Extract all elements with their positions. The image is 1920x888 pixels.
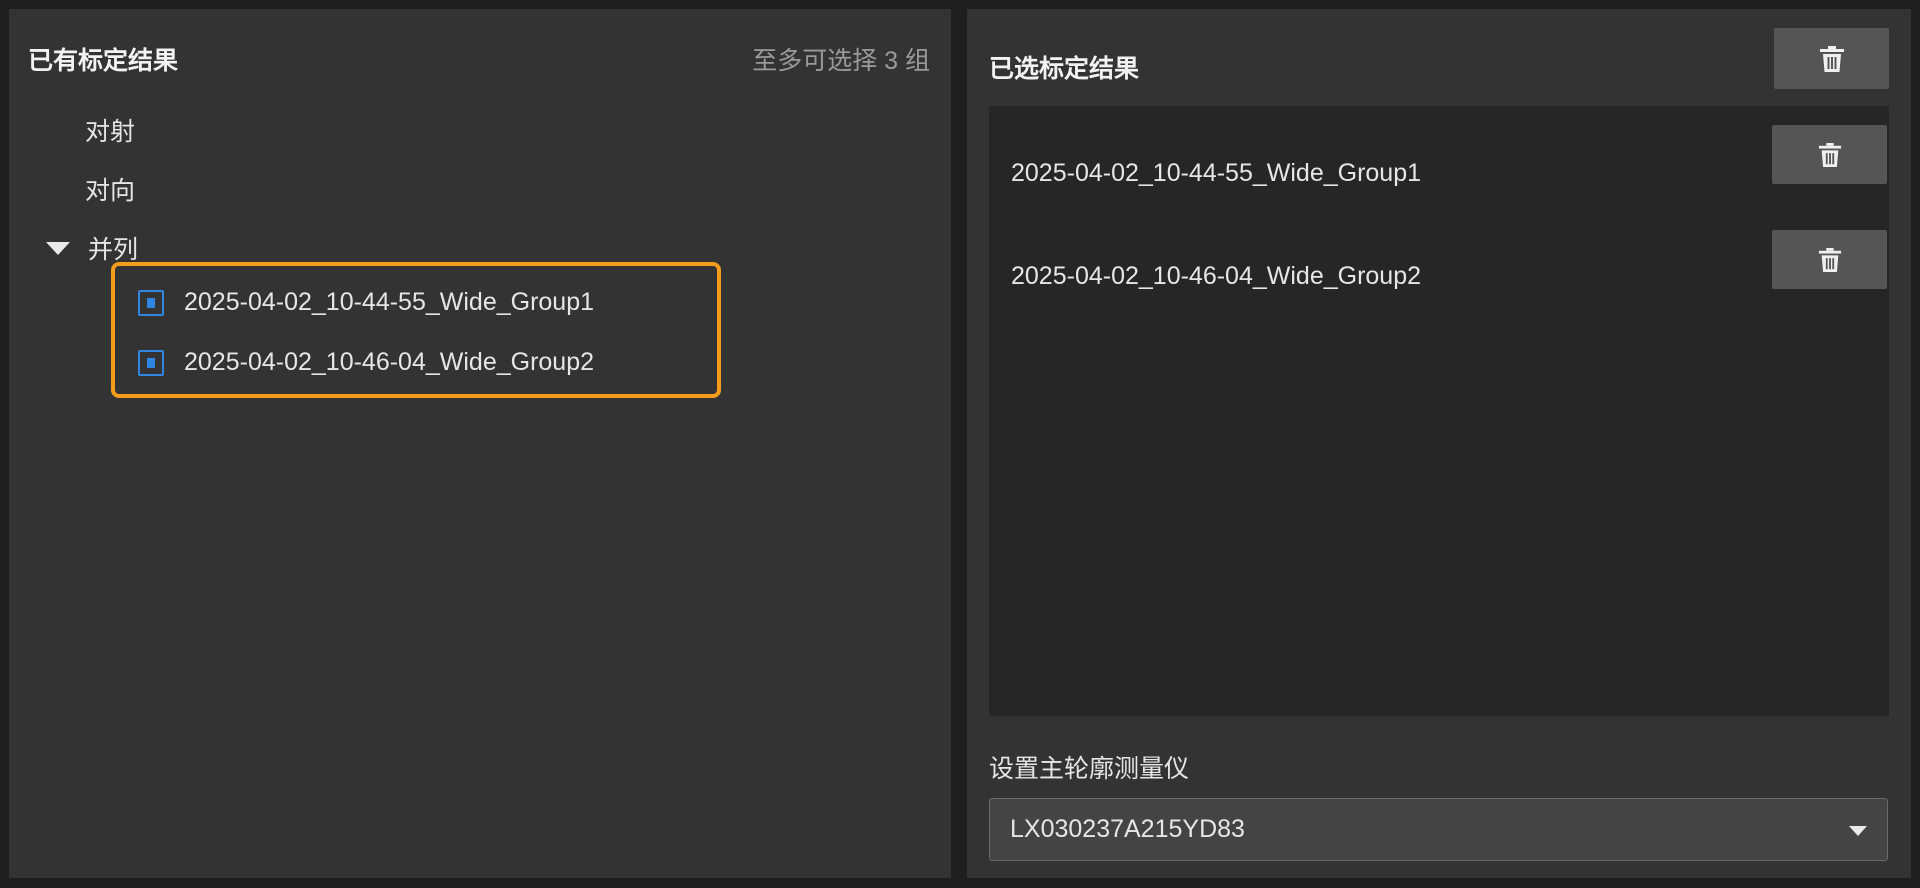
remove-item-button[interactable] [1772,230,1887,289]
master-profiler-value: LX030237A215YD83 [1010,815,1245,843]
delete-all-button[interactable] [1774,28,1889,89]
selected-results-title: 已选标定结果 [989,55,1140,83]
caret-down-icon[interactable] [46,241,70,255]
trash-icon [1818,247,1841,272]
highlight-frame [111,262,721,398]
trash-icon [1818,142,1841,167]
tree-item-label: 对向 [85,177,136,205]
chevron-down-icon [1849,826,1867,836]
selected-results-list: 2025-04-02_10-44-55_Wide_Group1 2025-04-… [989,106,1889,716]
tree-item-label: 对射 [85,118,136,146]
existing-results-title: 已有标定结果 [28,47,179,75]
tree-child-item[interactable]: 2025-04-02_10-44-55_Wide_Group1 [138,288,594,317]
tree-child-label: 2025-04-02_10-46-04_Wide_Group2 [184,348,595,376]
selected-results-panel: 已选标定结果 2025-04-02_10-44-55_Wide_Group1 2… [967,9,1911,878]
tree-item-facing[interactable]: 对向 [85,171,135,207]
tree-item-label: 并列 [88,236,139,264]
trash-icon [1819,45,1844,72]
tree-item-opposite[interactable]: 对射 [85,112,135,148]
result-item-icon [138,349,164,376]
tree-child-item[interactable]: 2025-04-02_10-46-04_Wide_Group2 [138,348,594,377]
selected-item[interactable]: 2025-04-02_10-46-04_Wide_Group2 [1011,262,1421,291]
tree-child-label: 2025-04-02_10-44-55_Wide_Group1 [184,288,595,316]
tree-item-side-by-side[interactable]: 并列 [39,230,138,266]
selected-item[interactable]: 2025-04-02_10-44-55_Wide_Group1 [1011,159,1421,188]
result-item-icon [138,289,164,316]
remove-item-button[interactable] [1772,125,1887,184]
master-profiler-label: 设置主轮廓测量仪 [989,755,1190,783]
existing-results-panel: 已有标定结果 至多可选择 3 组 对射 对向 并列 2025-04-02_10-… [9,9,951,878]
master-profiler-select[interactable]: LX030237A215YD83 [989,798,1888,861]
max-selection-hint: 至多可选择 3 组 [752,47,930,75]
